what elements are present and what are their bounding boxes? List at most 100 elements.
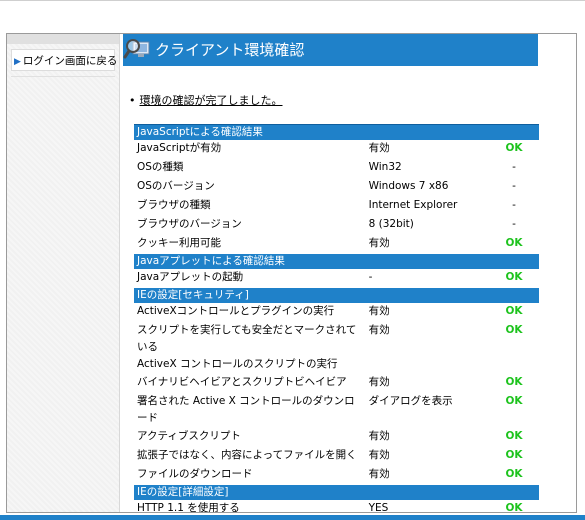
sidebar: ▶ ログイン画面に戻る — [7, 34, 120, 512]
table-row: OSの種類 Win32- — [134, 158, 539, 178]
table-row: ファイルのダウンロード 有効 OK — [134, 465, 539, 485]
check-value: 有効 — [365, 446, 489, 466]
results-table: JavaScriptによる確認結果 JavaScriptが有効 有効 OK OSの種類 W… — [134, 124, 539, 513]
check-result: - — [488, 158, 539, 178]
table-row: スクリプトを実行しても安全だとマークされている ActiveX コントロールのスク… — [134, 321, 539, 374]
sidebar-divider — [11, 76, 115, 77]
check-value: Windows 7 x86 — [365, 177, 489, 197]
bullet-icon: • — [129, 94, 136, 107]
section-header: Javaアプレットによる確認結果 — [134, 253, 539, 269]
section-title: Javaアプレットによる確認結果 — [134, 253, 539, 269]
check-item-label: OSのバージョン — [137, 180, 215, 192]
table-row: アクティブスクリプト 有効 OK — [134, 427, 539, 447]
check-item-label: JavaScriptが有効 — [137, 142, 222, 154]
check-value: Internet Explorer — [365, 196, 489, 216]
back-to-login-link[interactable]: ▶ ログイン画面に戻る — [11, 49, 118, 71]
status-text: 環境の確認が完了しました。 — [139, 94, 283, 107]
check-value: 有効 — [365, 321, 489, 374]
check-result: OK — [488, 234, 539, 254]
check-item: Javaアプレットの起動 — [134, 269, 366, 288]
check-result: OK — [488, 269, 539, 288]
check-result: OK — [488, 500, 539, 512]
table-row: ブラウザの種類 Internet Explorer - — [134, 196, 539, 216]
check-item: ブラウザのバージョン — [134, 215, 366, 235]
check-item: ファイルのダウンロード — [134, 465, 366, 485]
table-row: 拡張子ではなく、内容によってファイルを開く 有効 OK — [134, 446, 539, 466]
check-result: OK — [488, 321, 539, 374]
check-item-label: スクリプトを実行しても安全だとマークされている — [137, 324, 357, 353]
check-item-label: ActiveXコントロールとプラグインの実行 — [137, 305, 335, 317]
back-to-login-label: ログイン画面に戻る — [22, 55, 118, 67]
section-title: JavaScriptによる確認結果 — [134, 124, 539, 140]
table-row: ブラウザのバージョン 8 (32bit) - — [134, 215, 539, 235]
sidebar-top-strip — [7, 34, 119, 44]
check-item: 署名された Active X コントロールのダウンロード — [134, 392, 366, 428]
check-value: 有効 — [365, 465, 489, 485]
check-result: - — [488, 177, 539, 197]
check-result: OK — [488, 465, 539, 485]
magnifier-computer-icon — [123, 39, 150, 59]
check-value: ダイアログを表示 — [365, 392, 489, 428]
section-header: IEの設定[セキュリティ] — [134, 287, 539, 303]
check-result: OK — [488, 140, 539, 159]
table-row: バイナリビヘイビアとスクリプトビヘイビア 有効 OK — [134, 373, 539, 393]
check-result: OK — [488, 446, 539, 466]
check-item: アクティブスクリプト — [134, 427, 366, 447]
page-header: クライアント環境確認 — [123, 34, 538, 66]
main-content: • 環境の確認が完了しました。 JavaScriptによる確認結果 JavaScri… — [123, 66, 539, 513]
check-item-label: ブラウザの種類 — [137, 199, 211, 211]
table-row: OSのバージョン Windows 7 x86- — [134, 177, 539, 197]
check-item-label: HTTP 1.1 を使用する — [137, 502, 240, 513]
table-row: HTTP 1.1 を使用する YES OK — [134, 500, 539, 513]
check-item-label: バイナリビヘイビアとスクリプトビヘイビア — [137, 376, 347, 388]
check-item: OSの種類 — [134, 158, 366, 178]
check-item: スクリプトを実行しても安全だとマークされている ActiveX コントロールのスク… — [134, 321, 366, 374]
check-value: 有効 — [365, 140, 489, 159]
check-item-label-line2: ActiveX コントロールのスクリプトの実行 — [137, 358, 338, 370]
section-title: IEの設定[詳細設定] — [134, 484, 539, 500]
check-item-label: 署名された Active X コントロールのダウンロード — [137, 395, 355, 424]
check-item-label: クッキー利用可能 — [137, 237, 221, 249]
content-frame: ▶ ログイン画面に戻る クライアント環境確認 • 環境の確認が完了しました。 Jav… — [6, 33, 577, 513]
table-row: JavaScriptが有効 有効 OK — [134, 140, 539, 159]
table-row: Javaアプレットの起動 - OK — [134, 269, 539, 288]
check-item-label: ブラウザのバージョン — [137, 218, 242, 230]
check-item-label: 拡張子ではなく、内容によってファイルを開く — [137, 449, 357, 461]
table-row: クッキー利用可能 有効 OK — [134, 234, 539, 254]
check-value: 有効 — [365, 234, 489, 254]
check-result: OK — [488, 427, 539, 447]
check-item: ブラウザの種類 — [134, 196, 366, 216]
check-value: 有効 — [365, 303, 489, 322]
section-header: JavaScriptによる確認結果 — [134, 124, 539, 140]
page-title: クライアント環境確認 — [155, 41, 305, 59]
bottom-accent-strip — [0, 515, 585, 520]
check-item: JavaScriptが有効 — [134, 140, 366, 159]
check-item-label: ファイルのダウンロード — [137, 468, 253, 480]
check-item: 拡張子ではなく、内容によってファイルを開く — [134, 446, 366, 466]
check-value: - — [365, 269, 489, 288]
check-value: 8 (32bit) — [365, 215, 489, 235]
check-item-label: アクティブスクリプト — [137, 430, 241, 442]
check-item-label: Javaアプレットの起動 — [137, 271, 244, 283]
check-value: Win32 — [365, 158, 489, 178]
check-value: 有効 — [365, 373, 489, 393]
check-result: OK — [488, 303, 539, 322]
table-row: ActiveXコントロールとプラグインの実行 有効 OK — [134, 303, 539, 322]
window-top-border — [0, 0, 585, 1]
check-item: HTTP 1.1 を使用する — [134, 500, 366, 513]
check-value: 有効 — [365, 427, 489, 447]
check-item: OSのバージョン — [134, 177, 366, 197]
check-value: YES — [365, 500, 489, 512]
check-item: バイナリビヘイビアとスクリプトビヘイビア — [134, 373, 366, 393]
section-title: IEの設定[セキュリティ] — [134, 287, 539, 303]
table-row: 署名された Active X コントロールのダウンロード ダイアログを表示 OK — [134, 392, 539, 428]
check-result: OK — [488, 392, 539, 428]
status-message: • 環境の確認が完了しました。 — [129, 92, 283, 108]
check-result: - — [488, 215, 539, 235]
section-header: IEの設定[詳細設定] — [134, 484, 539, 500]
check-item-label: OSの種類 — [137, 161, 184, 173]
triangle-right-icon: ▶ — [14, 57, 21, 67]
check-item: ActiveXコントロールとプラグインの実行 — [134, 303, 366, 322]
check-result: OK — [488, 373, 539, 393]
check-item: クッキー利用可能 — [134, 234, 366, 254]
